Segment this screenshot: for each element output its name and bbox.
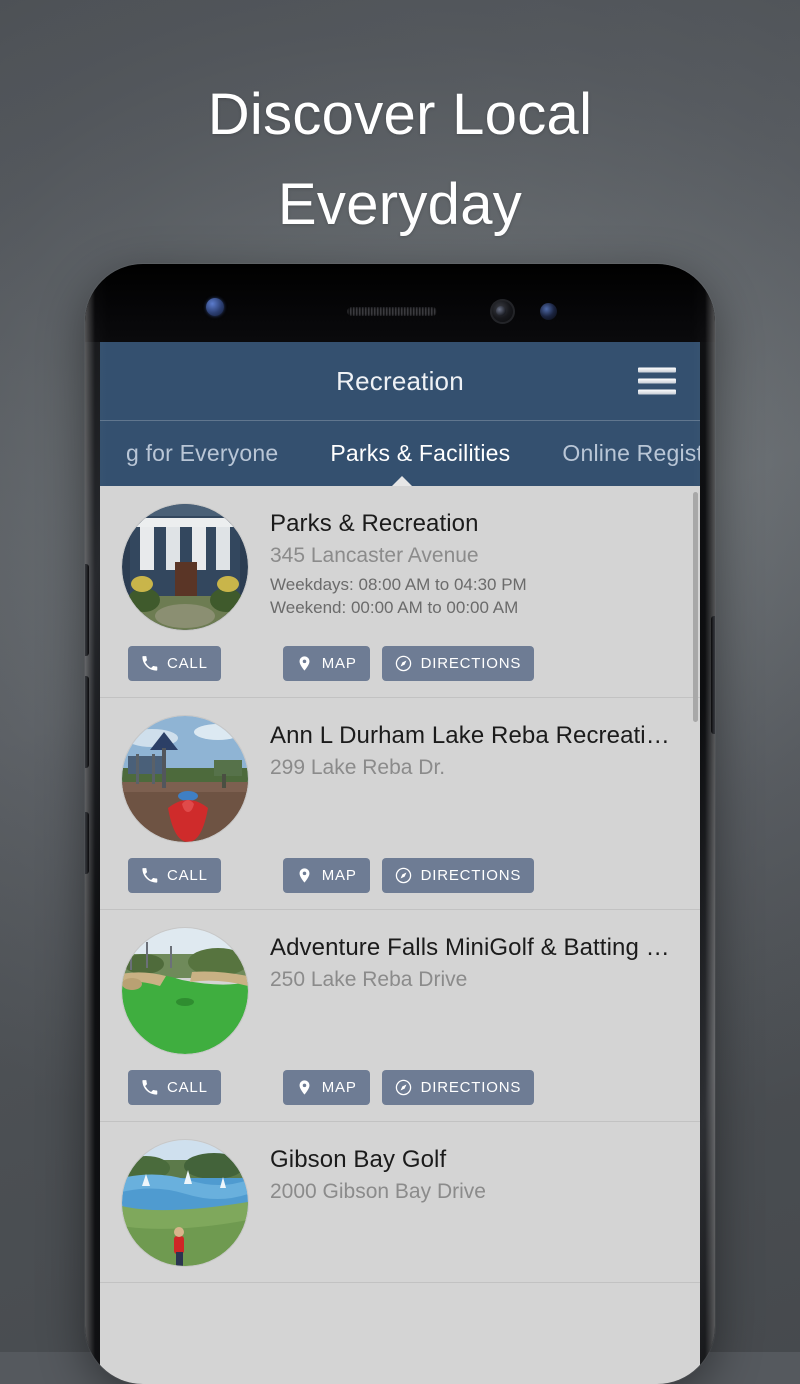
map-button[interactable]: MAP [282,858,370,893]
notification-led-icon [206,298,224,316]
call-button-label: CALL [167,1079,208,1096]
facility-thumbnail [122,504,248,630]
call-button-label: CALL [167,655,208,672]
facility-actions: CALL MAP DIRECTIONS [122,646,678,681]
promo-headline: Discover Local Everyday [0,70,800,250]
map-pin-icon [299,1080,310,1095]
map-pin-icon [299,656,310,671]
facility-hours-weekend: Weekend: 00:00 AM to 00:00 AM [270,597,519,617]
tab-bar[interactable]: g for Everyone Parks & Facilities Online… [100,420,700,486]
facility-address: 299 Lake Reba Dr. [270,756,446,779]
hamburger-line [638,389,676,395]
facility-thumbnail [122,716,248,842]
facility-address: 345 Lancaster Avenue [270,544,479,567]
facility-address: 2000 Gibson Bay Drive [270,1180,486,1203]
directions-button-label: DIRECTIONS [420,655,522,672]
list-item[interactable]: Gibson Bay Golf 2000 Gibson Bay Drive [100,1122,700,1283]
phone-icon [142,1080,158,1095]
hamburger-line [638,367,676,373]
volume-up-button[interactable] [85,564,89,656]
tab-something-for-everyone[interactable]: g for Everyone [100,440,304,467]
phone-screen: Recreation g for Everyone Parks & Facili… [100,342,700,1384]
headline-line-2: Everyday [277,171,523,237]
phone-icon [142,868,158,883]
compass-icon [395,1079,411,1096]
phone-icon [142,656,158,671]
facility-name: Ann L Durham Lake Reba Recreational... [270,722,678,749]
map-button-label: MAP [321,655,357,672]
map-pin-icon [299,868,310,883]
call-button[interactable]: CALL [128,1070,221,1105]
hamburger-icon[interactable] [638,367,676,395]
directions-button[interactable]: DIRECTIONS [381,646,535,681]
call-button[interactable]: CALL [128,858,221,893]
iris-sensor-icon [540,303,557,320]
facility-name: Gibson Bay Golf [270,1146,447,1173]
directions-button-label: DIRECTIONS [420,867,522,884]
facility-name: Parks & Recreation [270,510,479,537]
map-button-label: MAP [321,867,357,884]
map-button[interactable]: MAP [282,646,370,681]
compass-icon [395,655,411,672]
map-button-label: MAP [321,1079,357,1096]
phone-mockup: Recreation g for Everyone Parks & Facili… [85,264,715,1384]
facility-list: Parks & Recreation 345 Lancaster Avenue … [100,486,700,1283]
active-tab-indicator [392,476,412,486]
hamburger-line [638,378,676,384]
earpiece-speaker-icon [347,307,437,316]
list-item[interactable]: Adventure Falls MiniGolf & Batting Cag..… [100,910,700,1122]
facility-name: Adventure Falls MiniGolf & Batting Cag..… [270,934,678,961]
tab-parks-and-facilities[interactable]: Parks & Facilities [304,440,536,467]
facility-actions: CALL MAP DIRECTIONS [122,1070,678,1105]
list-item[interactable]: Parks & Recreation 345 Lancaster Avenue … [100,486,700,698]
facility-thumbnail [122,1140,248,1266]
directions-button[interactable]: DIRECTIONS [381,858,535,893]
list-item[interactable]: Ann L Durham Lake Reba Recreational... 2… [100,698,700,910]
phone-top-bezel [85,264,715,342]
volume-down-button[interactable] [85,676,89,768]
power-button[interactable] [711,616,715,734]
call-button[interactable]: CALL [128,646,221,681]
directions-button-label: DIRECTIONS [420,1079,522,1096]
facility-actions: CALL MAP DIRECTIONS [122,858,678,893]
facility-address: 250 Lake Reba Drive [270,968,468,991]
call-button-label: CALL [167,867,208,884]
scrollbar[interactable] [693,492,698,722]
front-camera-icon [490,299,515,324]
facility-thumbnail [122,928,248,1054]
tab-online-registration[interactable]: Online Registra [536,440,700,467]
map-button[interactable]: MAP [282,1070,370,1105]
directions-button[interactable]: DIRECTIONS [381,1070,535,1105]
compass-icon [395,867,411,884]
facility-hours-weekdays: Weekdays: 08:00 AM to 04:30 PM [270,575,527,594]
page-title: Recreation [336,365,464,396]
assistant-button[interactable] [85,812,89,874]
headline-line-1: Discover Local [207,82,593,147]
app-bar: Recreation [100,342,700,420]
